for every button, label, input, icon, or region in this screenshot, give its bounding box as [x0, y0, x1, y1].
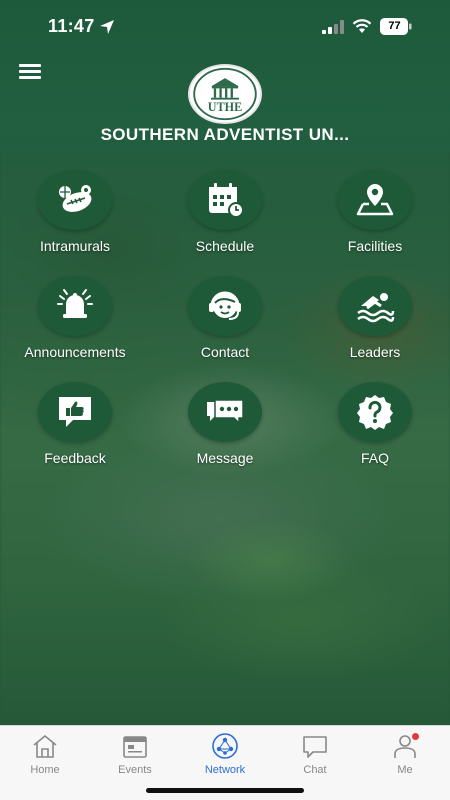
status-bar: 11:47 77 — [0, 0, 450, 50]
schedule-button[interactable] — [188, 170, 262, 230]
nav-me-label: Me — [397, 764, 413, 776]
home-indicator[interactable] — [146, 788, 304, 793]
nav-home-label: Home — [30, 764, 60, 776]
chat-icon — [303, 736, 327, 758]
leaders-tile[interactable]: Leaders — [300, 276, 450, 376]
faq-tile[interactable]: FAQ — [300, 382, 450, 482]
cellular-signal-icon — [322, 20, 344, 34]
headset-agent-icon — [209, 291, 241, 320]
message-button[interactable] — [188, 382, 262, 442]
hamburger-icon-line — [19, 70, 41, 73]
feedback-tile[interactable]: Feedback — [0, 382, 150, 482]
map-pin-icon — [356, 184, 394, 216]
leaders-label: Leaders — [349, 344, 401, 360]
building-logo-icon: UTHE — [190, 66, 260, 122]
home-icon — [33, 734, 57, 758]
nav-home[interactable]: Home — [0, 732, 90, 782]
question-icon — [357, 395, 393, 430]
hamburger-icon-line — [19, 76, 41, 79]
chat-bubbles-icon — [207, 399, 244, 425]
nav-network[interactable]: Network — [180, 732, 270, 782]
wifi-icon — [352, 19, 372, 33]
menu-button[interactable] — [19, 64, 41, 82]
battery-level: 77 — [388, 20, 401, 32]
announcements-button[interactable] — [38, 276, 112, 336]
contact-button[interactable] — [188, 276, 262, 336]
message-tile[interactable]: Message — [150, 382, 300, 482]
facilities-tile[interactable]: Facilities — [300, 170, 450, 270]
network-icon — [212, 733, 238, 759]
intramurals-tile[interactable]: Intramurals — [0, 170, 150, 270]
swimmer-icon — [357, 293, 395, 323]
announcements-label: Announcements — [24, 344, 126, 360]
nav-events[interactable]: Events — [90, 732, 180, 782]
faq-label: FAQ — [360, 450, 389, 466]
nav-network-label: Network — [204, 764, 246, 776]
schedule-label: Schedule — [195, 238, 255, 254]
notification-dot — [412, 733, 419, 740]
nav-chat-label: Chat — [303, 764, 327, 776]
leaders-button[interactable] — [338, 276, 412, 336]
schedule-tile[interactable]: Schedule — [150, 170, 300, 270]
facilities-label: Facilities — [347, 238, 403, 254]
facilities-button[interactable] — [338, 170, 412, 230]
faq-button[interactable] — [338, 382, 412, 442]
organization-title: SOUTHERN ADVENTIST UN... — [100, 125, 350, 144]
nav-chat[interactable]: Chat — [270, 732, 360, 782]
calendar-clock-icon — [209, 183, 244, 218]
sports-balls-icon — [59, 185, 92, 212]
announcements-tile[interactable]: Announcements — [0, 276, 150, 376]
contact-tile[interactable]: Contact — [150, 276, 300, 376]
location-arrow-icon — [100, 20, 114, 34]
feedback-button[interactable] — [38, 382, 112, 442]
contact-label: Contact — [200, 344, 250, 360]
intramurals-button[interactable] — [38, 170, 112, 230]
status-time: 11:47 — [48, 16, 95, 36]
events-icon — [123, 736, 147, 758]
nav-events-label: Events — [118, 764, 152, 776]
message-label: Message — [196, 450, 254, 466]
intramurals-label: Intramurals — [39, 238, 111, 254]
thumbs-up-icon — [59, 397, 91, 427]
hamburger-icon-line — [19, 64, 41, 67]
organization-logo: UTHE — [188, 64, 262, 124]
feedback-label: Feedback — [44, 450, 106, 466]
nav-me[interactable]: Me — [360, 732, 450, 782]
alarm-bell-icon — [57, 289, 93, 318]
logo-text: UTHE — [208, 100, 242, 114]
